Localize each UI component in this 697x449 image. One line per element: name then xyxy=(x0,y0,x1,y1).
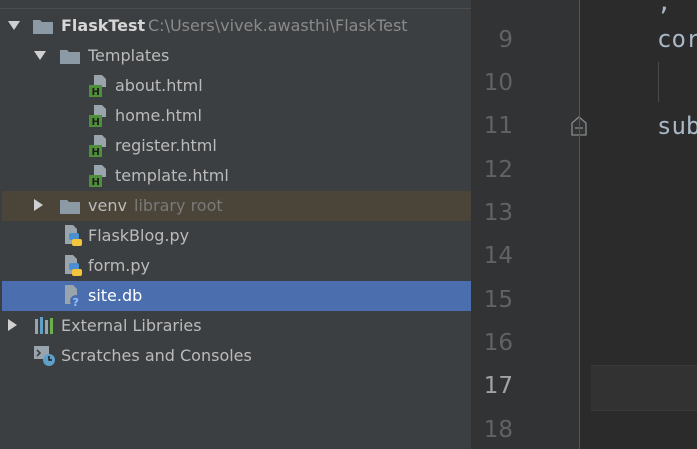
folder-icon xyxy=(60,50,80,64)
code-line-9: cor xyxy=(657,25,697,53)
file-name: site.db xyxy=(88,286,143,305)
line-number-gutter: 9 10 11 12 13 14 15 16 17 18 xyxy=(473,0,587,449)
file-name: home.html xyxy=(115,106,202,125)
library-root-hint: library root xyxy=(134,196,223,215)
scratches-icon xyxy=(34,346,55,366)
ide-window: FlaskTest C:\Users\vivek.awasthi\FlaskTe… xyxy=(0,0,697,449)
python-file-icon xyxy=(65,255,82,276)
svg-text:?: ? xyxy=(73,296,79,308)
svg-text:H: H xyxy=(92,87,100,98)
line-number: 9 xyxy=(498,27,513,53)
tree-node-scratches[interactable]: Scratches and Consoles xyxy=(2,341,471,371)
line-number: 11 xyxy=(483,113,513,139)
tree-node-templates[interactable]: Templates xyxy=(2,41,471,71)
line-number: 15 xyxy=(483,287,513,313)
tree-node-about-html[interactable]: H about.html xyxy=(2,71,471,101)
file-name: FlaskBlog.py xyxy=(88,226,190,245)
scratches-label: Scratches and Consoles xyxy=(61,346,252,365)
expand-arrow-icon[interactable] xyxy=(34,51,46,60)
tree-node-template-html[interactable]: H template.html xyxy=(2,161,471,191)
svg-text:H: H xyxy=(92,177,100,188)
folder-icon xyxy=(60,200,80,214)
code-editor[interactable]: 9 10 11 12 13 14 15 16 17 18 , cor sub xyxy=(473,0,697,449)
svg-text:H: H xyxy=(92,117,100,128)
venv-label: venv xyxy=(88,196,127,215)
tree-node-flaskblog-py[interactable]: FlaskBlog.py xyxy=(2,221,471,251)
folder-icon xyxy=(33,20,53,34)
html-file-icon: H xyxy=(89,105,106,128)
file-name: template.html xyxy=(115,166,229,185)
line-number: 12 xyxy=(483,157,513,183)
project-root-name: FlaskTest xyxy=(61,16,146,35)
current-line-highlight xyxy=(591,365,697,411)
tree-node-site-db[interactable]: ? site.db xyxy=(2,281,471,311)
tree-node-home-html[interactable]: H home.html xyxy=(2,101,471,131)
current-line-number: 17 xyxy=(483,373,513,399)
templates-folder-label: Templates xyxy=(88,46,170,65)
file-name: about.html xyxy=(115,76,203,95)
line-number: 13 xyxy=(483,200,513,226)
indent-guide xyxy=(658,62,659,102)
collapse-arrow-icon[interactable] xyxy=(8,319,17,331)
expand-arrow-icon[interactable] xyxy=(8,21,20,30)
line-number: 16 xyxy=(483,330,513,356)
unknown-file-icon: ? xyxy=(65,285,82,308)
line-number: 14 xyxy=(483,243,513,269)
html-file-icon: H xyxy=(89,165,106,188)
tree-top-edge xyxy=(0,0,471,9)
svg-text:H: H xyxy=(92,147,100,158)
project-tree-panel: FlaskTest C:\Users\vivek.awasthi\FlaskTe… xyxy=(0,0,471,449)
fold-gutter-line xyxy=(579,0,580,449)
external-libraries-label: External Libraries xyxy=(61,316,202,335)
html-file-icon: H xyxy=(89,135,106,158)
tree-node-form-py[interactable]: form.py xyxy=(2,251,471,281)
line-number: 18 xyxy=(483,417,513,443)
tree-node-register-html[interactable]: H register.html xyxy=(2,131,471,161)
collapse-arrow-icon[interactable] xyxy=(34,199,43,211)
tree-node-external-libraries[interactable]: External Libraries xyxy=(2,311,471,341)
code-cut-glyph: , xyxy=(657,0,672,16)
tree-node-venv[interactable]: venv library root xyxy=(2,191,471,221)
library-icon xyxy=(35,317,53,334)
python-file-icon xyxy=(65,225,82,246)
line-number: 10 xyxy=(483,70,513,96)
code-line-11: sub xyxy=(657,112,697,140)
file-name: register.html xyxy=(115,136,217,155)
tree-node-project-root[interactable]: FlaskTest C:\Users\vivek.awasthi\FlaskTe… xyxy=(2,11,471,41)
html-file-icon: H xyxy=(89,75,106,98)
file-name: form.py xyxy=(88,256,151,275)
project-root-path: C:\Users\vivek.awasthi\FlaskTest xyxy=(148,16,408,35)
